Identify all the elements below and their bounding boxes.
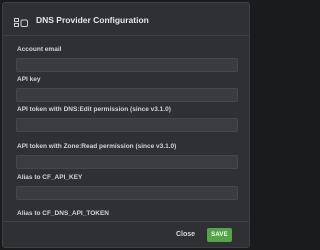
close-button[interactable]: Close <box>176 229 195 241</box>
cf-api-key-alias-label: Alias to CF_API_KEY <box>17 174 83 181</box>
dns-edit-token-input[interactable] <box>16 118 238 132</box>
dialog-body: Account email API key API token with DNS… <box>3 36 249 221</box>
account-email-input[interactable] <box>16 58 238 72</box>
api-key-label: API key <box>17 76 41 83</box>
account-email-label: Account email <box>17 46 62 53</box>
dns-provider-icon <box>14 15 28 27</box>
dialog-header: DNS Provider Configuration <box>3 3 249 35</box>
dialog-title: DNS Provider Configuration <box>36 15 149 25</box>
save-button[interactable]: SAVE <box>207 228 232 242</box>
zone-read-token-input[interactable] <box>16 155 238 169</box>
zone-read-token-label: API token with Zone:Read permission (sin… <box>17 143 177 150</box>
cf-dns-api-token-alias-label: Alias to CF_DNS_API_TOKEN <box>17 210 109 217</box>
dialog-footer: Close SAVE <box>3 222 249 247</box>
dns-provider-dialog: DNS Provider Configuration Account email… <box>2 2 250 248</box>
cf-api-key-alias-input[interactable] <box>16 186 238 200</box>
api-key-input[interactable] <box>16 88 238 102</box>
dns-edit-token-label: API token with DNS:Edit permission (sinc… <box>17 106 171 113</box>
